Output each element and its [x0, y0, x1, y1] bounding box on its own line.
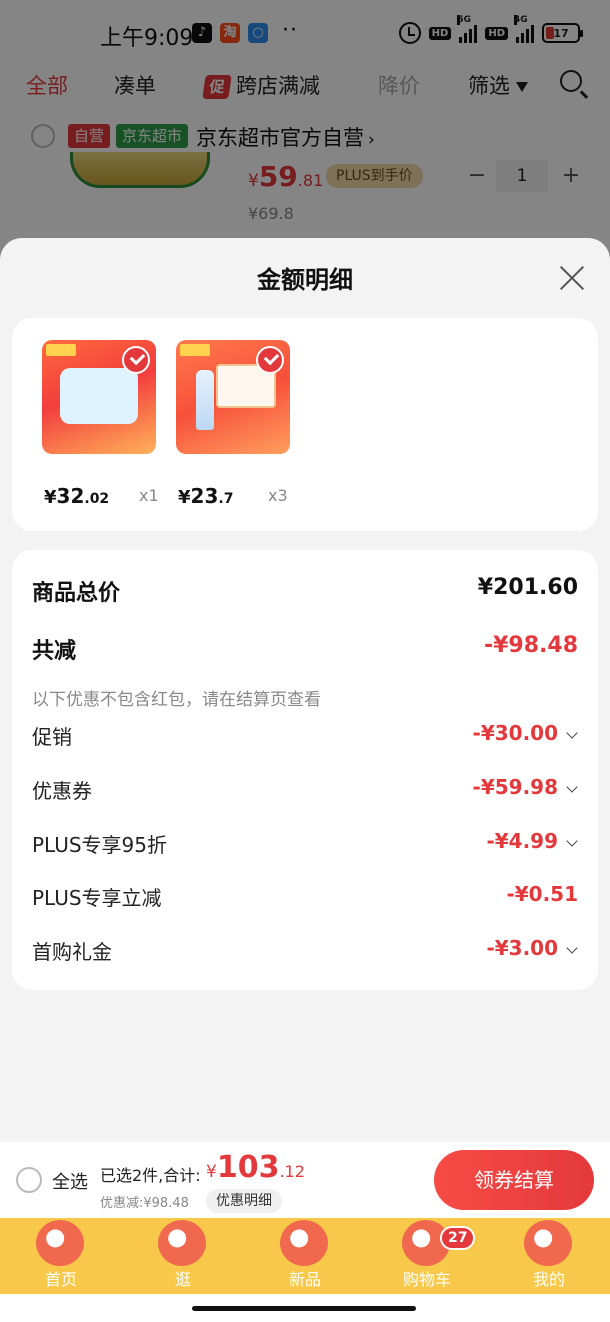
product-qty-2: x3 — [268, 486, 288, 505]
total-price-label: 商品总价 — [32, 581, 121, 606]
new-mascot-icon — [280, 1220, 328, 1266]
product-pack — [60, 368, 138, 424]
nav-home[interactable]: 首页 — [6, 1218, 116, 1294]
checkout-bar: 全选 已选2件,合计: ¥103.12 优惠减:¥98.48 优惠明细 领券结算 — [0, 1142, 610, 1218]
check-icon — [256, 346, 284, 374]
home-mascot-icon — [36, 1220, 84, 1266]
promo-banner — [180, 344, 210, 356]
bottom-nav: 首页 逛 新品 购物车 我的 — [0, 1218, 610, 1294]
total-reduction-amount: -¥98.48 — [483, 633, 578, 658]
total-price-row: 商品总价 ¥201.60 — [32, 575, 578, 606]
close-icon[interactable] — [558, 264, 586, 292]
total-reduction-row: 共减 -¥98.48 — [32, 633, 578, 664]
reduction-note: 以下优惠不包含红包，请在结算页查看 — [32, 690, 321, 710]
check-icon — [122, 346, 150, 374]
discount-row-coupon[interactable]: 优惠券 -¥59.98 — [32, 775, 578, 805]
product-image-1[interactable] — [42, 340, 156, 454]
home-indicator[interactable] — [192, 1306, 416, 1311]
discount-summary: 优惠减:¥98.48 — [100, 1196, 189, 1211]
mine-mascot-icon — [524, 1220, 572, 1266]
price-summary-card: 商品总价 ¥201.60 共减 -¥98.48 以下优惠不包含红包，请在结算页查… — [12, 550, 598, 990]
chevron-down-icon — [566, 835, 578, 847]
gesture-bar — [0, 1294, 610, 1322]
discount-row-promotion[interactable]: 促销 -¥30.00 — [32, 721, 578, 751]
product-price-1: ¥32.02 — [44, 484, 110, 508]
sheet-title: 金额明细 — [257, 266, 353, 294]
product-price-2: ¥23.7 — [178, 484, 234, 508]
selected-count: 已选2件,合计: — [100, 1166, 201, 1185]
promo-banner — [46, 344, 76, 356]
modal-overlay[interactable] — [0, 0, 610, 260]
nav-browse[interactable]: 逛 — [128, 1218, 238, 1294]
browse-mascot-icon — [158, 1220, 206, 1266]
discount-row-first-purchase[interactable]: 首购礼金 -¥3.00 — [32, 936, 578, 966]
checkout-total: ¥103.12 — [206, 1150, 305, 1185]
nav-mine[interactable]: 我的 — [494, 1218, 604, 1294]
selected-products-card: ¥32.02 x1 ¥23.7 x3 — [12, 318, 598, 531]
chevron-down-icon — [566, 942, 578, 954]
select-all-label[interactable]: 全选 — [52, 1168, 88, 1194]
total-price-amount: ¥201.60 — [477, 575, 578, 600]
nav-new[interactable]: 新品 — [250, 1218, 360, 1294]
product-image-2[interactable] — [176, 340, 290, 454]
total-reduction-label: 共减 — [32, 639, 77, 664]
select-all-radio[interactable] — [16, 1167, 42, 1193]
discount-detail-button[interactable]: 优惠明细 — [206, 1189, 282, 1213]
discount-row-plus-instant: PLUS专享立减 -¥0.51 — [32, 882, 578, 910]
cart-count-badge: 27 — [440, 1226, 476, 1250]
water-bottle — [196, 370, 214, 430]
product-qty-1: x1 — [139, 486, 159, 505]
chevron-down-icon — [566, 781, 578, 793]
chevron-down-icon — [566, 727, 578, 739]
checkout-button[interactable]: 领券结算 — [434, 1150, 594, 1210]
amount-detail-sheet: 金额明细 ¥32.02 x1 ¥23.7 x3 商品总价 ¥201.60 共减 — [0, 238, 610, 1142]
discount-row-plus-95[interactable]: PLUS专享95折 -¥4.99 — [32, 829, 578, 859]
